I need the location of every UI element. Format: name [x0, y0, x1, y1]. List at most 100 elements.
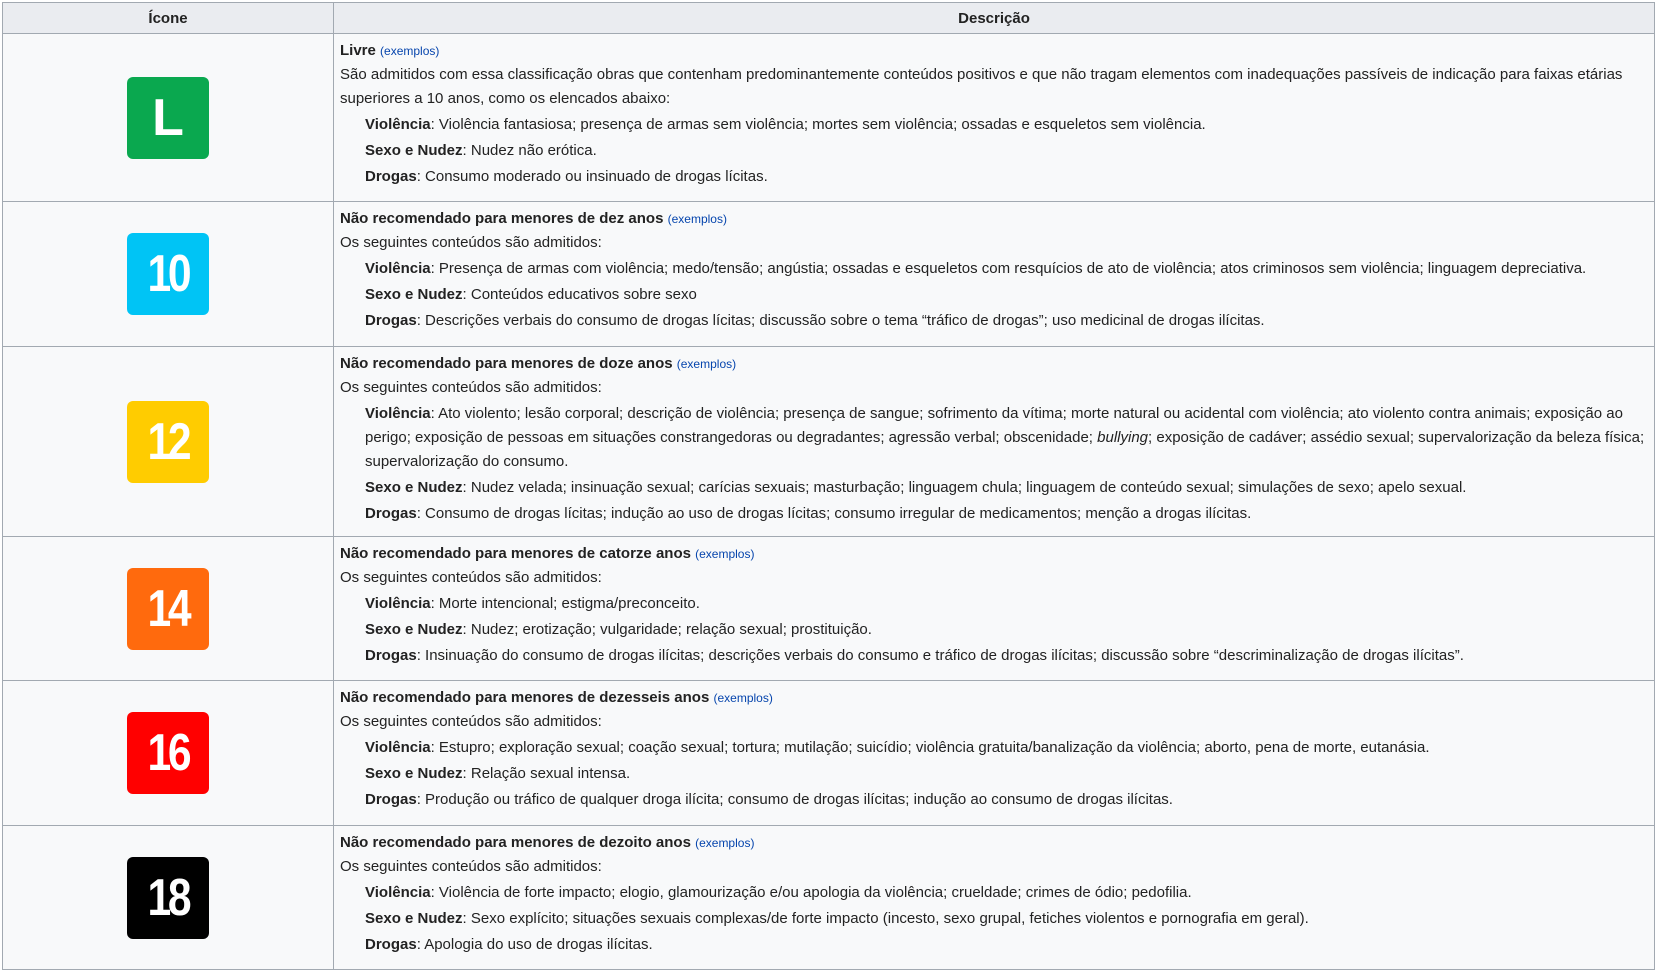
rating-l-icon: L [127, 76, 209, 159]
examples-link[interactable]: (exemplos) [668, 212, 727, 226]
violence-line: Violência: Morte intencional; estigma/pr… [340, 592, 1648, 616]
drugs-line: Drogas: Consumo moderado ou insinuado de… [340, 165, 1648, 189]
sex-line: Sexo e Nudez: Conteúdos educativos sobre… [340, 283, 1648, 307]
icon-cell: L [2, 33, 334, 202]
drugs-label: Drogas [365, 312, 417, 329]
rating-intro: Os seguintes conteúdos são admitidos: [340, 569, 602, 586]
violence-text: : Morte intencional; estigma/preconceito… [430, 595, 700, 612]
rating-table: Ícone Descrição L Livre (exemplos) São a… [2, 2, 1655, 970]
rating-intro: Os seguintes conteúdos são admitidos: [340, 234, 602, 251]
header-description: Descrição [333, 2, 1655, 34]
sex-line: Sexo e Nudez: Relação sexual intensa. [340, 762, 1648, 786]
rating-row-12: 12 Não recomendado para menores de doze … [2, 346, 1655, 537]
violence-text: : Presença de armas com violência; medo/… [430, 260, 1587, 277]
violence-label: Violência [365, 884, 431, 901]
sex-text: : Conteúdos educativos sobre sexo [462, 286, 697, 303]
drugs-text: : Apologia do uso de drogas ilícitas. [416, 936, 653, 953]
drugs-line: Drogas: Apologia do uso de drogas ilícit… [340, 933, 1648, 957]
rating-title: Não recomendado para menores de catorze … [340, 545, 691, 562]
sex-text: : Relação sexual intensa. [462, 765, 631, 782]
violence-line: Violência: Estupro; exploração sexual; c… [340, 736, 1648, 760]
sex-text: : Sexo explícito; situações sexuais comp… [462, 910, 1309, 927]
violence-label: Violência [365, 260, 431, 277]
examples-link[interactable]: (exemplos) [695, 836, 754, 850]
sex-text: : Nudez não erótica. [462, 142, 597, 159]
icon-cell: 12 [2, 346, 334, 537]
sex-label: Sexo e Nudez [365, 142, 463, 159]
violence-line: Violência: Violência fantasiosa; presenç… [340, 113, 1648, 137]
violence-label: Violência [365, 739, 431, 756]
drugs-label: Drogas [365, 791, 417, 808]
drugs-line: Drogas: Descrições verbais do consumo de… [340, 309, 1648, 333]
rating-intro: Os seguintes conteúdos são admitidos: [340, 858, 602, 875]
rating-title: Não recomendado para menores de dez anos [340, 210, 664, 227]
rating-10-number: 10 [147, 245, 192, 303]
description-cell: Não recomendado para menores de doze ano… [333, 346, 1655, 537]
rating-12-icon: 12 [127, 400, 209, 483]
violence-italic-term: bullying [1097, 429, 1149, 446]
icon-cell: 18 [2, 825, 334, 970]
icon-cell: 14 [2, 536, 334, 681]
examples-link[interactable]: (exemplos) [677, 357, 736, 371]
rating-title: Não recomendado para menores de doze ano… [340, 355, 673, 372]
violence-text: : Estupro; exploração sexual; coação sex… [430, 739, 1430, 756]
rating-12-number: 12 [147, 412, 192, 471]
rating-intro: Os seguintes conteúdos são admitidos: [340, 379, 602, 396]
rating-row-14: 14 Não recomendado para menores de cator… [2, 536, 1655, 681]
rating-16-icon: 16 [127, 712, 209, 794]
examples-link[interactable]: (exemplos) [695, 547, 754, 561]
description-cell: Não recomendado para menores de dezessei… [333, 680, 1655, 826]
sex-line: Sexo e Nudez: Sexo explícito; situações … [340, 907, 1648, 931]
examples-link[interactable]: (exemplos) [380, 44, 439, 58]
rating-row-16: 16 Não recomendado para menores de dezes… [2, 680, 1655, 826]
violence-text: : Violência de forte impacto; elogio, gl… [430, 884, 1192, 901]
sex-label: Sexo e Nudez [365, 910, 463, 927]
violence-line: Violência: Ato violento; lesão corporal;… [340, 402, 1648, 474]
header-row: Ícone Descrição [2, 2, 1655, 34]
header-icon: Ícone [2, 2, 334, 34]
violence-label: Violência [365, 405, 431, 422]
drugs-text: : Insinuação do consumo de drogas ilícit… [416, 647, 1464, 664]
sex-text: : Nudez; erotização; vulgaridade; relaçã… [462, 621, 872, 638]
sex-line: Sexo e Nudez: Nudez; erotização; vulgari… [340, 618, 1648, 642]
description-cell: Não recomendado para menores de catorze … [333, 536, 1655, 681]
rating-row-livre: L Livre (exemplos) São admitidos com ess… [2, 33, 1655, 202]
examples-link[interactable]: (exemplos) [713, 691, 772, 705]
rating-title: Não recomendado para menores de dezessei… [340, 689, 710, 706]
sex-line: Sexo e Nudez: Nudez velada; insinuação s… [340, 476, 1648, 500]
drugs-text: : Consumo moderado ou insinuado de droga… [416, 168, 768, 185]
sex-label: Sexo e Nudez [365, 621, 463, 638]
drugs-label: Drogas [365, 936, 417, 953]
drugs-line: Drogas: Insinuação do consumo de drogas … [340, 644, 1648, 668]
sex-label: Sexo e Nudez [365, 286, 463, 303]
description-cell: Não recomendado para menores de dezoito … [333, 825, 1655, 970]
icon-cell: 16 [2, 680, 334, 826]
drugs-text: : Produção ou tráfico de qualquer droga … [416, 791, 1173, 808]
rating-10-icon: 10 [127, 233, 209, 315]
drugs-line: Drogas: Consumo de drogas lícitas; induç… [340, 502, 1648, 526]
rating-title: Não recomendado para menores de dezoito … [340, 834, 691, 851]
drugs-text: : Descrições verbais do consumo de droga… [416, 312, 1265, 329]
rating-title: Livre [340, 42, 376, 59]
icon-cell: 10 [2, 201, 334, 347]
sex-line: Sexo e Nudez: Nudez não erótica. [340, 139, 1648, 163]
description-cell: Livre (exemplos) São admitidos com essa … [333, 33, 1655, 202]
rating-16-number: 16 [147, 724, 192, 782]
violence-label: Violência [365, 116, 431, 133]
rating-14-icon: 14 [127, 567, 209, 650]
violence-line: Violência: Violência de forte impacto; e… [340, 881, 1648, 905]
drugs-label: Drogas [365, 505, 417, 522]
violence-label: Violência [365, 595, 431, 612]
rating-row-18: 18 Não recomendado para menores de dezoi… [2, 825, 1655, 970]
sex-label: Sexo e Nudez [365, 765, 463, 782]
drugs-label: Drogas [365, 647, 417, 664]
sex-label: Sexo e Nudez [365, 479, 463, 496]
rating-14-number: 14 [147, 579, 192, 638]
rating-row-10: 10 Não recomendado para menores de dez a… [2, 201, 1655, 347]
drugs-label: Drogas [365, 168, 417, 185]
drugs-text: : Consumo de drogas lícitas; indução ao … [416, 505, 1252, 522]
description-cell: Não recomendado para menores de dez anos… [333, 201, 1655, 347]
sex-text: : Nudez velada; insinuação sexual; caríc… [462, 479, 1467, 496]
violence-line: Violência: Presença de armas com violênc… [340, 257, 1648, 281]
rating-intro: São admitidos com essa classificação obr… [340, 66, 1623, 107]
